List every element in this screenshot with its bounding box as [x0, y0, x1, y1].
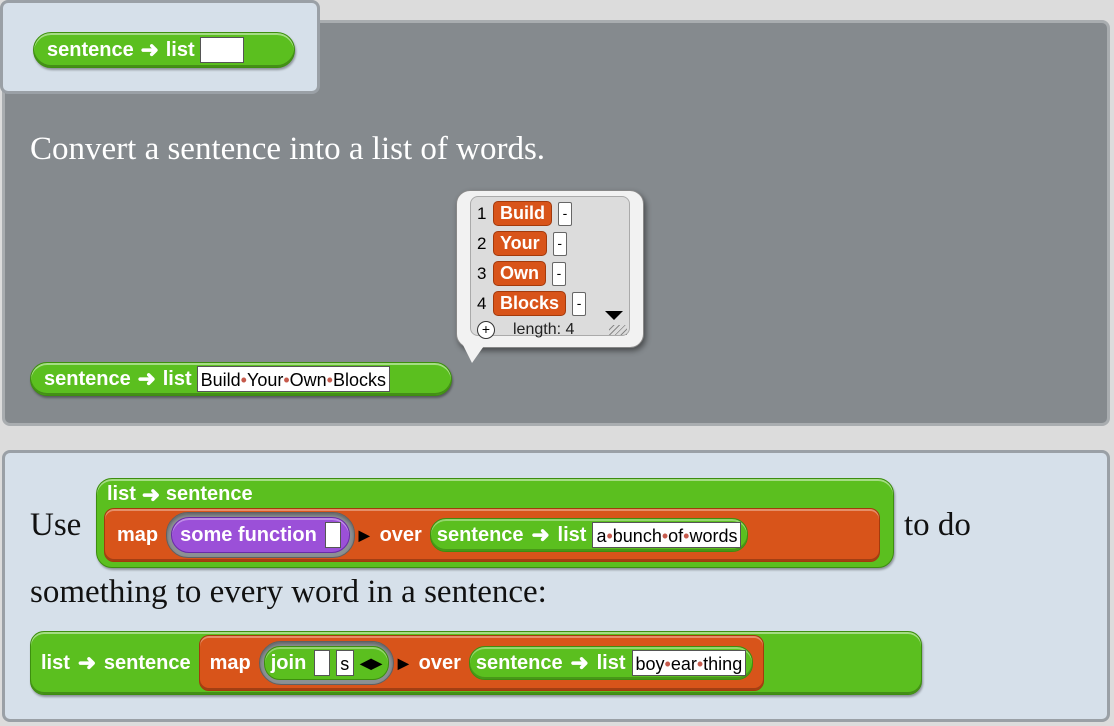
right-arrow-icon: ➜: [141, 481, 161, 507]
block-description: Convert a sentence into a list of words.: [30, 131, 546, 167]
instruction-text: something to every word in a sentence:: [30, 574, 547, 610]
block-label-list: list: [107, 483, 136, 505]
right-arrow-icon: ➜: [77, 650, 97, 675]
list-index: 2: [477, 233, 487, 253]
list-cell: Blocks: [493, 291, 567, 316]
list-index: 4: [477, 293, 487, 313]
list-cell: Build: [493, 201, 552, 226]
block-label-list: list: [165, 38, 195, 61]
arity-arrows-icon[interactable]: ◀▶: [360, 655, 382, 672]
ring-arrow-icon[interactable]: ▶: [394, 655, 413, 672]
use-text: Use: [30, 507, 82, 543]
block-tab-panel: sentence ➜ list: [0, 0, 320, 94]
map-label: map: [209, 651, 251, 674]
sentence-to-list-example-block[interactable]: sentence ➜ list Build•Your•Own•Blocks: [30, 362, 452, 396]
remove-item-button[interactable]: -: [552, 261, 566, 286]
some-function-block[interactable]: some function: [171, 517, 350, 553]
dropdown-arrow-icon[interactable]: [605, 311, 623, 320]
map-block-1[interactable]: map some function ▶ over sentence ➜ list…: [104, 508, 880, 562]
list-cell: Your: [493, 231, 547, 256]
sentence-input-slot[interactable]: boy•ear•thing: [631, 650, 747, 676]
map-label: map: [117, 523, 159, 546]
list-item: 2 Your -: [477, 231, 567, 256]
list-index: 1: [477, 203, 487, 223]
right-arrow-icon: ➜: [140, 37, 159, 62]
resize-handle[interactable]: [609, 325, 627, 335]
sentence-input-slot[interactable]: [199, 37, 244, 63]
bubble-tail: [462, 343, 486, 363]
block-label-sentence: sentence: [165, 483, 253, 505]
ring-arrow-icon[interactable]: ▶: [355, 527, 374, 544]
block-label-sentence: sentence: [44, 367, 131, 390]
remove-item-button[interactable]: -: [552, 231, 567, 256]
join-label: join: [270, 651, 307, 674]
function-ring[interactable]: some function: [166, 512, 355, 558]
list-item: 1 Build -: [477, 201, 572, 226]
function-ring[interactable]: join s ◀▶: [258, 641, 394, 685]
sentence-input-slot[interactable]: a•bunch•of•words: [592, 522, 742, 548]
function-input-slot[interactable]: [324, 522, 341, 548]
right-arrow-icon: ➜: [570, 650, 589, 675]
map-block-2[interactable]: map join s ◀▶ ▶ over sentence ➜ list boy…: [198, 635, 765, 691]
sentence-to-list-block[interactable]: sentence ➜ list: [33, 32, 295, 68]
remove-item-button[interactable]: -: [572, 291, 587, 316]
block-label-sentence: sentence: [475, 651, 563, 674]
remove-item-button[interactable]: -: [558, 201, 572, 226]
list-to-sentence-block-2[interactable]: list ➜ sentence map join s ◀▶ ▶ over sen…: [30, 631, 922, 695]
block-label-list: list: [596, 651, 626, 674]
join-input-slot-2[interactable]: s: [336, 650, 355, 676]
block-label-sentence: sentence: [47, 38, 134, 61]
list-index: 3: [477, 263, 487, 283]
join-block[interactable]: join s ◀▶: [263, 646, 389, 680]
block-label-sentence: sentence: [103, 651, 191, 674]
sentence-to-list-inner-block[interactable]: sentence ➜ list a•bunch•of•words: [429, 518, 749, 552]
list-length: length: 4: [513, 321, 575, 338]
sentence-input-slot[interactable]: Build•Your•Own•Blocks: [196, 366, 390, 392]
right-arrow-icon: ➜: [137, 366, 156, 391]
block-label-sentence: sentence: [436, 523, 524, 546]
over-label: over: [379, 523, 422, 546]
list-item: 3 Own -: [477, 261, 566, 286]
sentence-to-list-inner-block[interactable]: sentence ➜ list boy•ear•thing: [468, 646, 754, 680]
right-arrow-icon: ➜: [531, 522, 550, 547]
function-label: some function: [180, 523, 317, 546]
to-do-text: to do: [904, 507, 971, 543]
block-label-list: list: [41, 651, 70, 674]
list-cell: Own: [493, 261, 546, 286]
block-label-list: list: [162, 367, 192, 390]
list-item: 4 Blocks -: [477, 291, 587, 316]
over-label: over: [418, 651, 461, 674]
join-input-slot-1[interactable]: [314, 650, 331, 676]
list-watcher: 1 Build - 2 Your - 3 Own - 4 Blocks - + …: [470, 196, 630, 339]
plus-circle-icon[interactable]: +: [477, 321, 495, 339]
block-label-list: list: [557, 523, 587, 546]
